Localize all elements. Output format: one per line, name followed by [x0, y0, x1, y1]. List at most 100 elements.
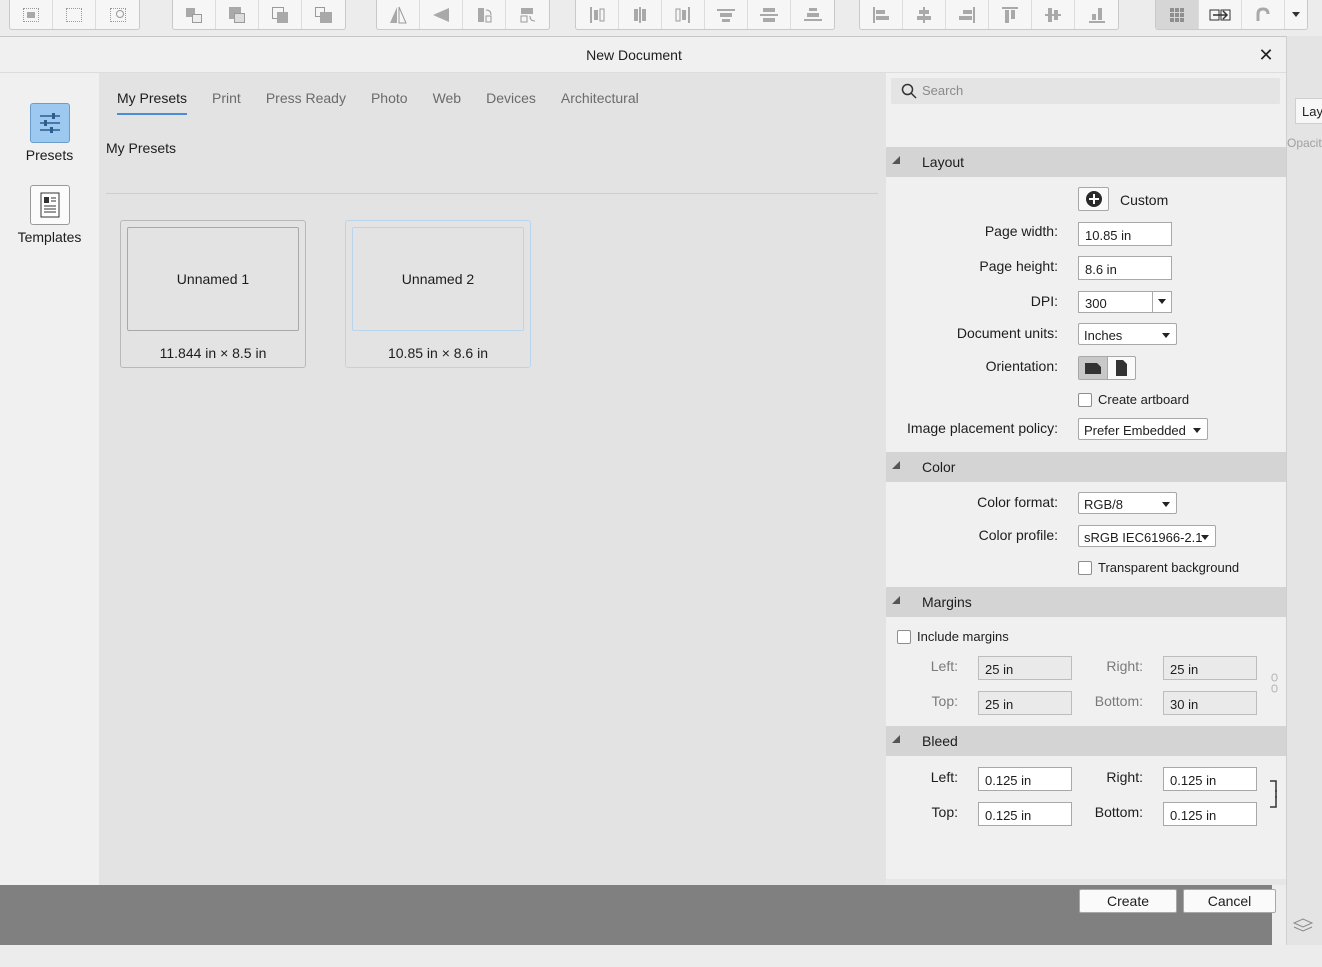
bleed-top-input[interactable]: 0.125 in: [978, 802, 1072, 826]
select-all-button[interactable]: [10, 0, 53, 29]
margin-bottom-input[interactable]: 30 in: [1163, 691, 1257, 715]
distribute-middle-icon: [760, 7, 778, 22]
margin-top-label: Top:: [931, 693, 958, 709]
layers-tab[interactable]: Layers: [1295, 98, 1322, 124]
color-format-value: RGB/8: [1084, 497, 1124, 512]
tab-photo[interactable]: Photo: [371, 89, 408, 115]
presets-section-label: My Presets: [106, 140, 177, 156]
select-all-icon: [21, 6, 41, 24]
tab-press-ready[interactable]: Press Ready: [266, 89, 346, 115]
move-to-back-button[interactable]: [173, 0, 216, 29]
create-artboard-checkbox[interactable]: [1078, 393, 1092, 407]
preset-card[interactable]: Unnamed 2 10.85 in × 8.6 in: [345, 220, 531, 368]
distribute-top-button[interactable]: [705, 0, 748, 29]
image-placement-select[interactable]: Prefer Embedded: [1078, 418, 1208, 440]
document-settings-panel: Search Layout Custom Page width: 10.85 i…: [886, 73, 1286, 913]
align-left-button[interactable]: [576, 0, 619, 29]
preset-name: Unnamed 1: [176, 271, 250, 287]
nav-templates-label: Templates: [17, 229, 82, 245]
preset-thumbnail: Unnamed 2: [352, 227, 524, 331]
nav-presets[interactable]: Presets: [0, 103, 99, 163]
align-left-icon: [590, 6, 605, 23]
tab-web[interactable]: Web: [433, 89, 462, 115]
color-profile-select[interactable]: sRGB IEC61966-2.1: [1078, 525, 1216, 547]
align-right-edge-button[interactable]: [946, 0, 989, 29]
close-button[interactable]: ✕: [1256, 45, 1276, 65]
rotate-left-button[interactable]: [463, 0, 506, 29]
align-bottom-icon: [1088, 7, 1105, 23]
footer-divider: [886, 879, 1286, 885]
color-profile-label: Color profile:: [978, 527, 1058, 543]
align-v-center-button[interactable]: [1032, 0, 1075, 29]
move-back-one-button[interactable]: [216, 0, 259, 29]
bleed-section-header[interactable]: Bleed: [886, 726, 1286, 756]
flip-horizontal-button[interactable]: [377, 0, 420, 29]
create-button[interactable]: Create: [1079, 889, 1177, 913]
page-width-input[interactable]: 10.85 in: [1078, 222, 1172, 246]
layers-stack-icon[interactable]: [1291, 914, 1315, 938]
document-units-label: Document units:: [956, 325, 1058, 341]
add-custom-preset-button[interactable]: [1078, 187, 1109, 211]
move-to-front-button[interactable]: [302, 0, 345, 29]
landscape-button[interactable]: [1079, 357, 1108, 379]
deselect-button[interactable]: [53, 0, 96, 29]
align-top-button[interactable]: [989, 0, 1032, 29]
collapse-triangle-icon: [892, 735, 900, 743]
link-linked-icon[interactable]: [1268, 779, 1280, 809]
invert-selection-button[interactable]: [96, 0, 139, 29]
tab-my-presets[interactable]: My Presets: [117, 89, 188, 115]
document-units-select[interactable]: Inches: [1078, 323, 1177, 345]
link-unlinked-icon[interactable]: [1270, 673, 1280, 693]
snapping-options-dropdown[interactable]: [1285, 0, 1307, 29]
align-v-center-icon: [1045, 7, 1061, 22]
transparent-background-label: Transparent background: [1098, 560, 1240, 575]
preset-card[interactable]: Unnamed 1 11.844 in × 8.5 in: [120, 220, 306, 368]
tab-devices[interactable]: Devices: [486, 89, 536, 115]
new-document-dialog: New Document ✕ Presets Templates My Pres…: [0, 36, 1286, 913]
dialog-left-nav: Presets Templates: [0, 73, 99, 885]
align-center-button[interactable]: [619, 0, 662, 29]
bleed-left-input[interactable]: 0.125 in: [978, 767, 1072, 791]
swap-button[interactable]: [1199, 0, 1242, 29]
create-artboard-label: Create artboard: [1098, 392, 1190, 407]
cancel-button[interactable]: Cancel: [1183, 889, 1276, 913]
bleed-bottom-input[interactable]: 0.125 in: [1163, 802, 1257, 826]
margins-section-header[interactable]: Margins: [886, 587, 1286, 617]
color-section-header[interactable]: Color: [886, 452, 1286, 482]
margin-top-input[interactable]: 25 in: [978, 691, 1072, 715]
templates-doc-icon: [29, 185, 70, 225]
color-format-select[interactable]: RGB/8: [1078, 492, 1177, 514]
align-right-button[interactable]: [662, 0, 705, 29]
swap-icon: [1209, 9, 1231, 20]
transparent-background-checkbox[interactable]: [1078, 561, 1092, 575]
layers-tab-label: Layers: [1302, 104, 1322, 119]
grid-button[interactable]: [1156, 0, 1199, 29]
bleed-top-label: Top:: [931, 804, 958, 820]
page-height-input[interactable]: 8.6 in: [1078, 256, 1172, 280]
tab-print[interactable]: Print: [212, 89, 241, 115]
align-right-edge-icon: [959, 6, 975, 23]
move-forward-one-button[interactable]: [259, 0, 302, 29]
search-icon: [901, 83, 917, 99]
search-input[interactable]: Search: [891, 78, 1280, 104]
distribute-middle-button[interactable]: [748, 0, 791, 29]
distribute-bottom-button[interactable]: [791, 0, 834, 29]
nav-templates[interactable]: Templates: [0, 185, 99, 245]
include-margins-checkbox[interactable]: [897, 630, 911, 644]
rotate-right-button[interactable]: [506, 0, 549, 29]
layout-section-header[interactable]: Layout: [886, 147, 1286, 177]
margin-left-input[interactable]: 25 in: [978, 656, 1072, 680]
bleed-right-input[interactable]: 0.125 in: [1163, 767, 1257, 791]
flip-vertical-button[interactable]: [420, 0, 463, 29]
deselect-icon: [64, 6, 84, 24]
align-h-center-button[interactable]: [903, 0, 946, 29]
move-to-back-icon: [184, 6, 204, 24]
portrait-button[interactable]: [1108, 357, 1136, 379]
snapping-button[interactable]: [1242, 0, 1285, 29]
align-left-edge-button[interactable]: [860, 0, 903, 29]
align-bottom-button[interactable]: [1075, 0, 1118, 29]
dpi-combo[interactable]: 300: [1078, 291, 1172, 313]
toolbar-group-distribute: [575, 0, 835, 30]
tab-architectural[interactable]: Architectural: [561, 89, 639, 115]
margin-right-input[interactable]: 25 in: [1163, 656, 1257, 680]
